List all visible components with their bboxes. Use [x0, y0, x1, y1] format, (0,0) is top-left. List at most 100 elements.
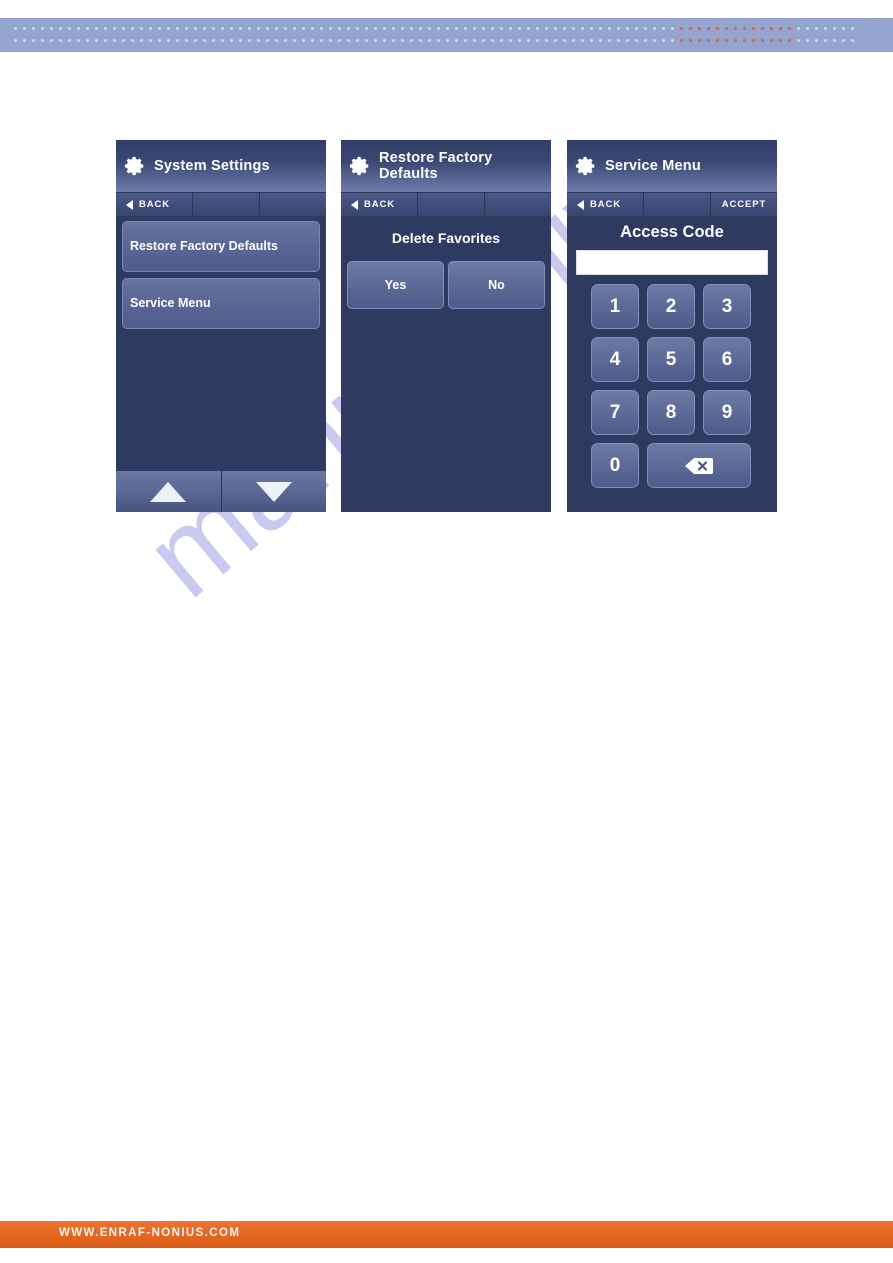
banner-dot [23, 27, 26, 30]
key-3[interactable]: 3 [703, 284, 751, 329]
banner-dot [680, 27, 683, 30]
banner-dot [428, 27, 431, 30]
banner-dot [311, 39, 314, 42]
banner-dot [329, 39, 332, 42]
numeric-keypad: 1 2 3 4 5 6 7 8 9 0 [591, 284, 757, 488]
banner-dot [275, 27, 278, 30]
panel-title: System Settings [154, 157, 270, 174]
banner-dot [212, 27, 215, 30]
banner-dot [446, 39, 449, 42]
list-item-label: Service Menu [130, 296, 211, 310]
accept-button[interactable]: ACCEPT [711, 193, 777, 216]
banner-dot [455, 27, 458, 30]
banner-dot [617, 39, 620, 42]
banner-dot [230, 27, 233, 30]
banner-dot [230, 39, 233, 42]
banner-dot [815, 39, 818, 42]
banner-dot [752, 39, 755, 42]
banner-dot [41, 39, 44, 42]
toolbar-slot-middle[interactable] [418, 193, 485, 216]
banner-dot [797, 39, 800, 42]
panel-body: Restore Factory Defaults Service Menu [116, 216, 326, 512]
banner-dot [743, 27, 746, 30]
banner-dot [221, 39, 224, 42]
banner-dot [293, 27, 296, 30]
banner-dot [806, 27, 809, 30]
back-button[interactable]: BACK [341, 193, 418, 216]
access-code-input[interactable] [576, 250, 768, 275]
banner-dot [320, 27, 323, 30]
list-item-service-menu[interactable]: Service Menu [122, 278, 320, 329]
banner-dot [59, 27, 62, 30]
banner-dot [23, 39, 26, 42]
no-button[interactable]: No [448, 261, 545, 309]
banner-dot [203, 27, 206, 30]
banner-dot [779, 27, 782, 30]
banner-dot [500, 27, 503, 30]
back-button-label: BACK [590, 199, 622, 210]
banner-dot [419, 27, 422, 30]
banner-dot [14, 39, 17, 42]
key-1[interactable]: 1 [591, 284, 639, 329]
banner-dot [770, 39, 773, 42]
gear-icon [575, 156, 595, 175]
back-button-label: BACK [139, 199, 171, 210]
backspace-icon [685, 457, 713, 474]
banner-dot [149, 39, 152, 42]
banner-dot [86, 39, 89, 42]
dialog-button-row: Yes No [347, 261, 545, 309]
banner-dot [707, 39, 710, 42]
back-arrow-icon [577, 199, 584, 210]
toolbar-slot-right[interactable] [485, 193, 551, 216]
banner-dot [239, 27, 242, 30]
list-item-restore-factory-defaults[interactable]: Restore Factory Defaults [122, 221, 320, 272]
back-button[interactable]: BACK [567, 193, 644, 216]
banner-dot [86, 27, 89, 30]
banner-dot [194, 27, 197, 30]
key-6[interactable]: 6 [703, 337, 751, 382]
scroll-up-button[interactable] [116, 471, 222, 512]
panel-body: Delete Favorites Yes No [341, 216, 551, 512]
banner-dot [257, 27, 260, 30]
key-4[interactable]: 4 [591, 337, 639, 382]
banner-dot [347, 27, 350, 30]
banner-dot [770, 27, 773, 30]
key-2[interactable]: 2 [647, 284, 695, 329]
banner-dot [455, 39, 458, 42]
toolbar-slot-middle[interactable] [193, 193, 260, 216]
banner-dot [14, 27, 17, 30]
banner-dot [266, 39, 269, 42]
panel-toolbar: BACK ACCEPT [567, 192, 777, 216]
key-0[interactable]: 0 [591, 443, 639, 488]
panel-title: Service Menu [605, 157, 701, 174]
banner-dot [797, 27, 800, 30]
banner-dot [257, 39, 260, 42]
gear-icon [124, 156, 144, 175]
yes-button[interactable]: Yes [347, 261, 444, 309]
banner-dot [131, 27, 134, 30]
banner-dot [104, 39, 107, 42]
banner-dot [311, 27, 314, 30]
banner-dot [365, 27, 368, 30]
panel-nav-bar [116, 471, 326, 512]
banner-dot [698, 39, 701, 42]
key-7[interactable]: 7 [591, 390, 639, 435]
key-5[interactable]: 5 [647, 337, 695, 382]
back-button[interactable]: BACK [116, 193, 193, 216]
key-8[interactable]: 8 [647, 390, 695, 435]
banner-dot [374, 27, 377, 30]
banner-dot [689, 27, 692, 30]
banner-dot [545, 27, 548, 30]
banner-dot [410, 39, 413, 42]
key-backspace[interactable] [647, 443, 751, 488]
banner-dot [50, 39, 53, 42]
key-9[interactable]: 9 [703, 390, 751, 435]
banner-dot [752, 27, 755, 30]
banner-dot [77, 27, 80, 30]
toolbar-slot-right[interactable] [260, 193, 326, 216]
toolbar-slot-middle[interactable] [644, 193, 711, 216]
banner-dot [104, 27, 107, 30]
banner-dot [761, 39, 764, 42]
banner-dot [572, 27, 575, 30]
scroll-down-button[interactable] [221, 471, 326, 512]
